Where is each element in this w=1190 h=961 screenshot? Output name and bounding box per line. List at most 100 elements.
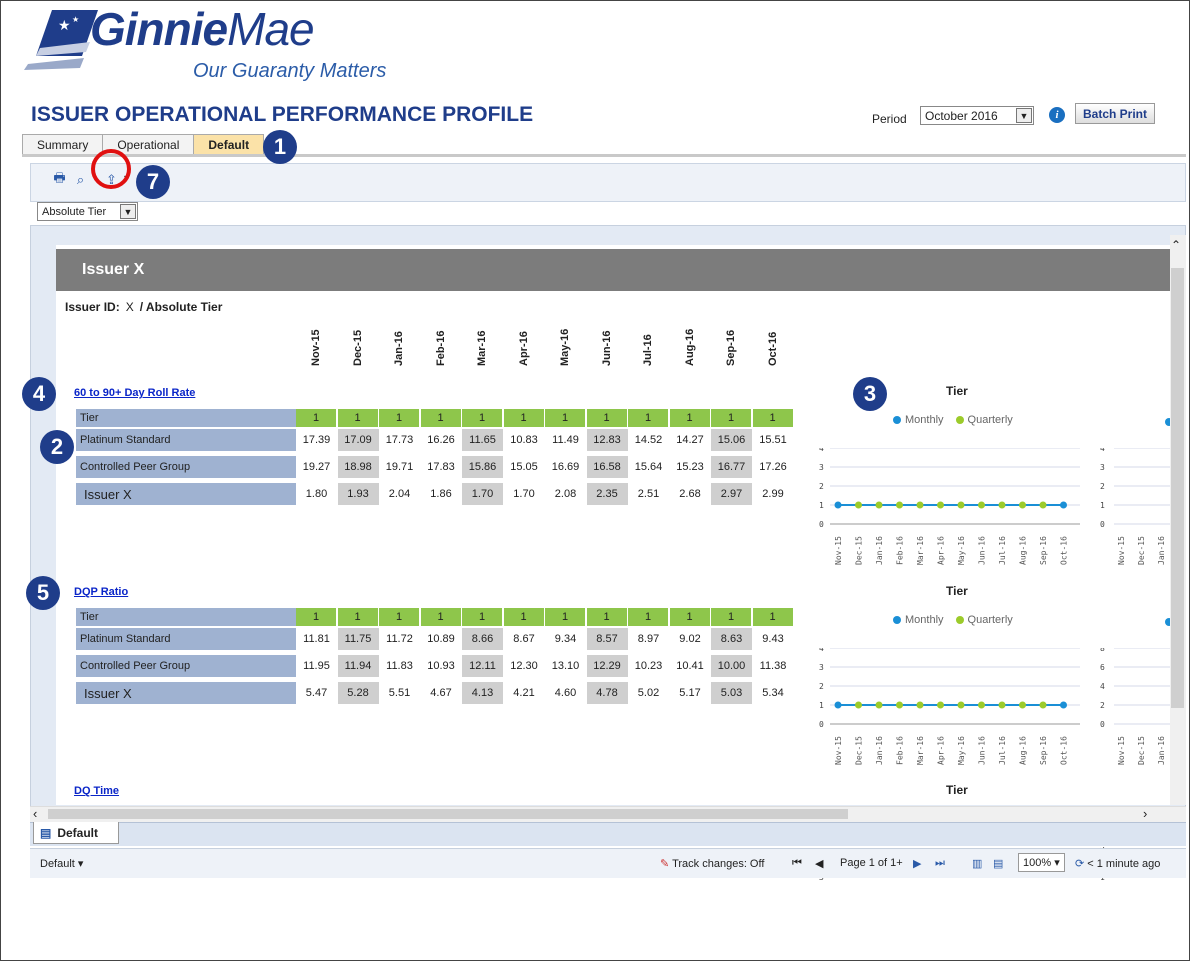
sheet-tab-default[interactable]: ▤ Default (33, 822, 119, 844)
data-point (998, 501, 1006, 509)
tier-line-chart: 0 1 2 3 4 Nov-15 Dec-15 Jan-16 Feb-16 Mar-16 Apr-1… (819, 448, 1080, 565)
vertical-scroll-thumb[interactable] (1171, 268, 1184, 708)
batch-print-button[interactable]: Batch Print (1075, 103, 1155, 124)
print-icon[interactable]: 🖶 (51, 170, 68, 188)
data-point (1060, 701, 1067, 709)
value-cell: 2.68 (679, 488, 701, 500)
chevron-down-icon: ▼ (1016, 108, 1032, 123)
web-layout-icon[interactable]: ▤ (993, 857, 1003, 870)
prev-page-icon[interactable]: ◀ (815, 857, 823, 870)
section-title-link[interactable]: 60 to 90+ Day Roll Rate (74, 387, 195, 399)
tier-cell: 1 (586, 608, 628, 626)
tier-cell: 1 (503, 608, 545, 626)
value-cell: 4.67 (430, 687, 452, 699)
y-tick-label: 2 (1100, 482, 1105, 491)
data-point (1060, 501, 1067, 509)
tier-cell: 1 (586, 409, 628, 427)
value-cell: 1.93 (337, 483, 379, 505)
page-layout-icon[interactable]: ▥ (972, 857, 982, 870)
first-page-icon[interactable]: ⏮ (792, 857, 802, 870)
scroll-up-icon[interactable]: ⌃ (1171, 238, 1181, 252)
x-tick-label: Nov-15 (834, 536, 843, 565)
value-cell: 16.77 (711, 456, 752, 478)
data-point (896, 501, 903, 509)
report-tabs: Summary Operational Default (22, 134, 265, 155)
value-cell: 15.86 (462, 456, 503, 478)
tier-cell: 1 (711, 608, 752, 626)
value-cell: 15.64 (634, 461, 663, 473)
value-cell: 15.06 (711, 429, 752, 451)
track-changes[interactable]: ✎ Track changes: Off (660, 857, 764, 870)
x-tick-label: Mar-16 (916, 536, 925, 565)
y-tick-label: 3 (819, 663, 824, 672)
legend-label: Monthly (905, 414, 944, 426)
data-point (855, 501, 862, 509)
last-page-icon[interactable]: ⏭ (935, 857, 945, 870)
month-header: Sep-16 (725, 329, 737, 366)
tier-select[interactable]: Absolute Tier ▼ (37, 202, 138, 221)
value-cell: 2.99 (762, 488, 784, 500)
x-tick-label: Jun-16 (978, 736, 987, 765)
y-tick-label: 0 (1100, 720, 1105, 729)
value-cell: 5.03 (711, 682, 752, 704)
x-tick-label: May-16 (957, 536, 966, 565)
value-cell: 12.29 (586, 655, 628, 677)
data-point (998, 701, 1006, 709)
value-cell: 16.69 (551, 461, 580, 473)
row-label: Controlled Peer Group (76, 655, 296, 677)
info-icon[interactable]: i (1049, 107, 1065, 123)
section-title-link[interactable]: DQ Time (74, 785, 119, 797)
section-title-link[interactable]: DQP Ratio (74, 586, 128, 598)
value-cell: 15.51 (759, 434, 787, 446)
tier-line-chart: 0 1 2 3 4 Nov-15 Dec-15 Jan-16 Feb-16 Mar-16 Apr-1… (819, 648, 1080, 765)
callout-5: 5 (26, 576, 60, 610)
scroll-right-icon[interactable]: › (1143, 806, 1147, 821)
data-point (937, 701, 944, 709)
tier-cell: 1 (420, 608, 462, 626)
y-tick-label: 8 (1100, 648, 1105, 653)
y-tick-label: 4 (819, 648, 824, 653)
value-cell: 12.11 (462, 655, 503, 677)
y-tick-label: 2 (819, 482, 824, 491)
data-point (834, 501, 842, 509)
value-cell: 11.72 (386, 633, 413, 645)
page-info: Page 1 of 1+ (840, 857, 903, 869)
legend-dot-monthly (893, 616, 901, 624)
scroll-left-icon[interactable]: ‹ (33, 806, 37, 821)
tab-default[interactable]: Default (193, 134, 265, 155)
value-cell: 11.95 (303, 660, 330, 672)
value-cell: 9.02 (679, 633, 701, 645)
horizontal-scroll-thumb[interactable] (48, 809, 848, 819)
legend-label: Quarterly (967, 614, 1013, 626)
tab-summary[interactable]: Summary (22, 134, 104, 155)
find-icon[interactable]: ⌕ (72, 171, 89, 188)
value-cell: 8.57 (586, 628, 628, 650)
next-page-icon[interactable]: ▶ (913, 857, 921, 870)
value-cell: 4.60 (554, 687, 577, 699)
value-cell: 15.23 (676, 461, 704, 473)
data-point (875, 501, 883, 509)
value-cell: 11.75 (337, 628, 379, 650)
x-tick-label: Aug-16 (1019, 536, 1028, 565)
view-select[interactable]: Default ▾ (40, 857, 83, 870)
value-cell: 11.65 (462, 429, 503, 451)
callout-3: 3 (853, 377, 887, 411)
y-tick-label: 3 (819, 463, 824, 472)
month-header: Oct-16 (766, 331, 779, 366)
x-tick-label: Aug-16 (1019, 736, 1028, 765)
page-title: ISSUER OPERATIONAL PERFORMANCE PROFILE (31, 103, 534, 126)
period-select[interactable]: October 2016 ▼ (920, 106, 1034, 125)
x-tick-label: Oct-16 (1060, 536, 1069, 565)
y-tick-label: 0 (1100, 520, 1105, 529)
x-tick-label: Jan-16 (1157, 536, 1166, 565)
y-tick-label: 1 (1100, 501, 1105, 510)
refresh-icon: ⟳ (1075, 858, 1085, 870)
refresh-status[interactable]: ⟳ < 1 minute ago (1075, 857, 1160, 870)
x-tick-label: Mar-16 (916, 736, 925, 765)
tier-cell: 1 (462, 409, 503, 427)
legend-label: Quarterly (967, 414, 1013, 426)
chart-legend: Monthly Quarterly (893, 414, 1013, 426)
value-cell: 8.67 (513, 633, 535, 645)
zoom-select[interactable]: 100% ▾ (1018, 853, 1065, 872)
value-cell: 13.10 (551, 660, 580, 672)
